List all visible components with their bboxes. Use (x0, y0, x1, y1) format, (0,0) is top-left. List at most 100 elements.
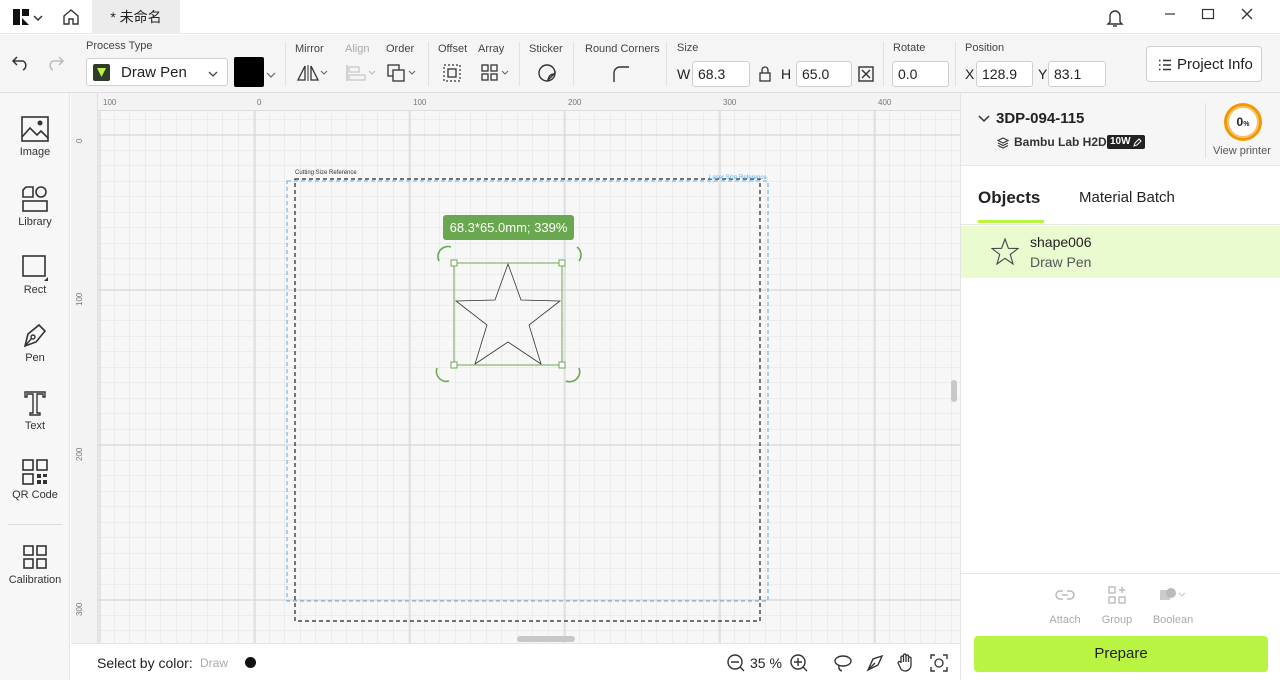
bottom-bar: Select by color: Draw 35 % (71, 643, 960, 680)
divider (428, 42, 429, 86)
prepare-button[interactable]: Prepare (974, 636, 1268, 672)
pan-hand-icon[interactable] (896, 652, 916, 677)
tab-objects[interactable]: Objects (978, 188, 1040, 208)
round-corners-icon[interactable] (612, 65, 630, 88)
image-tool-label: Image (19, 146, 51, 158)
rotate-input[interactable]: 0.0 (892, 61, 949, 87)
height-label: H (781, 66, 792, 82)
divider (883, 42, 884, 86)
printer-model-icon (996, 136, 1010, 154)
ruler-tick: 0 (75, 138, 84, 143)
library-tool[interactable]: Library (0, 185, 70, 228)
x-position-input[interactable]: 128.9 (976, 61, 1033, 87)
object-type: Draw Pen (1030, 254, 1092, 270)
color-chevron-icon[interactable] (266, 67, 276, 85)
x-label: X (965, 66, 975, 82)
width-input[interactable]: 68.3 (692, 61, 750, 87)
divider (573, 42, 574, 86)
draw-color-label: Draw (200, 656, 229, 670)
redo-icon[interactable] (46, 55, 66, 78)
width-label: W (677, 66, 691, 82)
maximize-icon[interactable] (1198, 6, 1218, 26)
attach-label: Attach (1049, 614, 1081, 626)
ruler-tick: 400 (878, 98, 892, 107)
zoom-out-icon[interactable] (726, 653, 746, 678)
rect-tool[interactable]: Rect (0, 253, 70, 296)
size-label: Size (677, 42, 699, 54)
chevron-down-icon[interactable] (977, 112, 991, 130)
process-type-select[interactable]: Draw Pen (86, 58, 228, 86)
divider (8, 524, 62, 525)
align-icon[interactable] (345, 64, 377, 87)
process-type-label: Process Type (86, 40, 153, 52)
project-info-label: Project Info (1177, 56, 1253, 73)
project-tab[interactable]: * 未命名 (92, 0, 180, 34)
position-label: Position (965, 42, 1005, 54)
fit-view-icon[interactable] (929, 653, 949, 678)
lasso-select-icon[interactable] (833, 653, 853, 678)
progress-ring-inner: 0% (1227, 106, 1259, 138)
image-tool[interactable]: Image (0, 115, 70, 158)
qr-code-tool[interactable]: QR Code (0, 458, 70, 501)
text-tool[interactable]: Text (0, 389, 70, 432)
app-logo-icon[interactable] (12, 8, 30, 26)
lock-ratio-icon[interactable] (758, 66, 772, 87)
order-icon[interactable] (387, 64, 419, 87)
app-menu-chevron-icon[interactable] (32, 11, 44, 29)
group-button[interactable]: Group (1097, 585, 1137, 626)
sticker-icon[interactable] (537, 63, 557, 88)
divider (955, 42, 956, 86)
offset-icon[interactable] (443, 64, 461, 87)
library-icon (22, 186, 48, 212)
print-progress-ring[interactable]: 0% (1224, 103, 1262, 141)
array-icon[interactable] (481, 64, 513, 87)
height-input[interactable]: 65.0 (796, 61, 852, 87)
y-position-input[interactable]: 83.1 (1048, 61, 1106, 87)
ruler-tick: 200 (568, 98, 582, 107)
notification-bell-icon[interactable] (1106, 8, 1124, 33)
object-name: shape006 (1030, 234, 1092, 250)
canvas-grid (98, 111, 960, 643)
node-edit-icon[interactable] (865, 653, 885, 678)
vertical-divider (1205, 103, 1206, 158)
home-icon[interactable] (61, 7, 81, 32)
tab-material-batch[interactable]: Material Batch (1079, 189, 1175, 206)
pen-tool[interactable]: Pen (0, 321, 70, 364)
ruler-tick: 300 (723, 98, 737, 107)
zoom-in-icon[interactable] (789, 653, 809, 678)
mirror-icon[interactable] (296, 64, 328, 87)
printer-card: 3DP-094-115 Bambu Lab H2D 10W 0% View pr… (961, 93, 1280, 166)
divider (666, 42, 667, 86)
close-icon[interactable] (1237, 6, 1257, 26)
right-panel: 3DP-094-115 Bambu Lab H2D 10W 0% View pr… (960, 93, 1280, 680)
color-dot[interactable] (245, 657, 256, 668)
list-item[interactable]: shape006 Draw Pen (961, 226, 1280, 278)
process-type-value: Draw Pen (121, 64, 187, 81)
attach-button[interactable]: Attach (1045, 585, 1085, 626)
calibration-tool[interactable]: Calibration (0, 543, 70, 586)
array-label: Array (478, 43, 505, 55)
ruler-tick: 200 (75, 447, 84, 461)
toolbar: Process Type Draw Pen Mirror Align Order… (0, 35, 1280, 93)
align-label: Align (345, 43, 370, 55)
vertical-ruler (71, 93, 98, 643)
y-label: Y (1038, 66, 1048, 82)
vertical-scrollbar[interactable] (951, 380, 957, 402)
undo-icon[interactable] (10, 55, 30, 78)
minimize-icon[interactable] (1160, 6, 1180, 26)
qr-code-tool-label: QR Code (12, 489, 58, 501)
ruler-tick: 0 (257, 98, 262, 107)
laser-size-reference-label: Laser Size Reference (709, 175, 767, 181)
title-bar: * 未命名 (0, 0, 1280, 34)
color-swatch[interactable] (234, 57, 264, 87)
boolean-button[interactable]: Boolean (1149, 585, 1197, 626)
power-badge[interactable]: 10W (1107, 135, 1145, 149)
printer-name[interactable]: 3DP-094-115 (996, 110, 1084, 127)
fit-size-icon[interactable] (858, 66, 874, 87)
horizontal-scrollbar[interactable] (517, 636, 575, 642)
view-printer-link[interactable]: View printer (1213, 145, 1271, 157)
edit-pencil-icon (1132, 138, 1142, 147)
project-info-button[interactable]: Project Info (1146, 46, 1262, 82)
design-canvas[interactable]: 100 0 100 200 300 400 0 100 200 300 Cutt… (71, 93, 960, 643)
calibration-icon (23, 545, 47, 569)
